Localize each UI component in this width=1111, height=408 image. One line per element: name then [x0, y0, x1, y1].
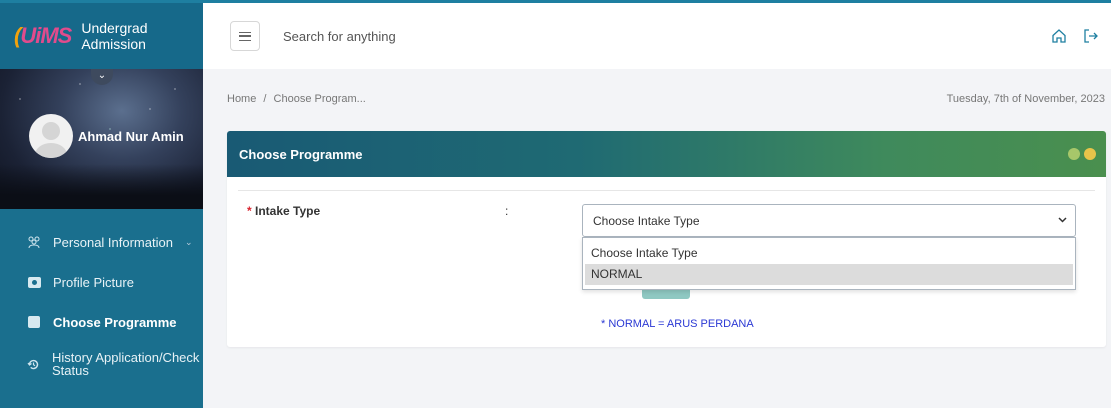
home-icon[interactable] [1051, 28, 1067, 49]
intake-note: * NORMAL = ARUS PERDANA [601, 318, 754, 330]
sidebar-item-label: Profile Picture [53, 274, 134, 290]
breadcrumb-current: Choose Program... [273, 93, 366, 105]
intake-type-label-text: Intake Type [255, 204, 321, 218]
logout-icon[interactable] [1083, 28, 1099, 49]
breadcrumb: Home / Choose Program... [227, 93, 366, 105]
sidebar-item-history-application[interactable]: History Application/Check Status [0, 342, 203, 386]
sidebar-item-label: Personal Information [53, 234, 173, 250]
dropdown-option-normal[interactable]: NORMAL [585, 264, 1073, 285]
brand-header[interactable]: (UiMS Undergrad Admission [0, 3, 203, 69]
silhouette-background [0, 164, 203, 209]
history-icon [27, 357, 40, 371]
card-title: Choose Programme [239, 146, 363, 162]
label-colon: : [505, 204, 509, 218]
user-name: Ahmad Nur Amin [78, 129, 184, 144]
current-date: Tuesday, 7th of November, 2023 [946, 93, 1105, 105]
breadcrumb-home-link[interactable]: Home [227, 93, 256, 105]
camera-icon [27, 275, 41, 289]
required-mark: * [247, 204, 252, 218]
hamburger-icon [239, 31, 251, 41]
menu-toggle-button[interactable] [230, 21, 260, 51]
sidebar-item-choose-programme[interactable]: Choose Programme [0, 302, 203, 342]
breadcrumb-separator: / [263, 93, 267, 105]
card-header: Choose Programme [227, 131, 1106, 177]
square-icon [27, 315, 41, 329]
select-value: Choose Intake Type [593, 213, 700, 228]
dot-icon [1068, 148, 1080, 160]
profile-panel: ⌄ Ahmad Nur Amin [0, 69, 203, 209]
intake-type-select[interactable]: Choose Intake Type [582, 204, 1076, 237]
divider [238, 190, 1095, 191]
chevron-down-icon: ⌄ [184, 236, 193, 247]
sidebar-item-label: History Application/Check Status [52, 350, 200, 378]
intake-type-label: * Intake Type [247, 204, 320, 218]
choose-programme-card: Choose Programme * Intake Type : Choose … [227, 131, 1106, 347]
sidebar: (UiMS Undergrad Admission ⌄ Ahmad Nur Am… [0, 0, 203, 408]
uims-logo: (UiMS [14, 23, 72, 48]
header-dots [1068, 148, 1096, 160]
top-accent-line [0, 0, 1111, 3]
intake-type-dropdown: Choose Intake Type NORMAL [582, 237, 1076, 290]
search-input[interactable]: Search for anything [283, 29, 396, 44]
sidebar-item-profile-picture[interactable]: Profile Picture [0, 262, 203, 302]
people-icon [27, 235, 41, 249]
avatar[interactable] [29, 114, 73, 158]
sidebar-nav: Personal Information ⌄ Profile Picture C… [0, 222, 203, 386]
topbar: Search for anything [203, 3, 1111, 69]
sidebar-item-personal-information[interactable]: Personal Information ⌄ [0, 222, 203, 262]
dot-icon [1084, 148, 1096, 160]
dropdown-option-choose[interactable]: Choose Intake Type [583, 243, 1075, 264]
topbar-actions [1051, 28, 1099, 49]
sidebar-item-label: Choose Programme [53, 314, 177, 330]
chevron-down-icon [1058, 215, 1067, 226]
app-title: Undergrad Admission [81, 20, 148, 52]
